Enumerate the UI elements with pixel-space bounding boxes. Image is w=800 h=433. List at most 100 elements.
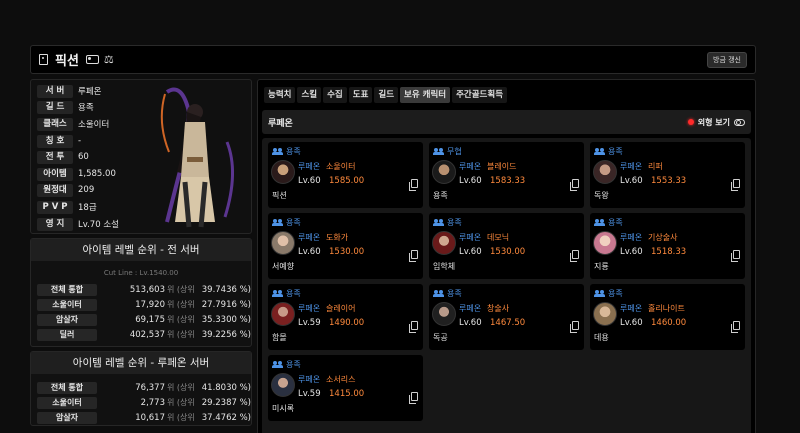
card-item-level: 1490.00 [329,318,365,328]
card-level: Lv.60 [298,176,321,186]
appearance-toggle-label: 외형 보기 [697,117,730,127]
toggle-icon[interactable] [734,118,745,126]
tab-skills[interactable]: 스킬 [297,87,322,103]
server-section-header: 루페온 외형 보기 [262,110,751,134]
character-card[interactable]: 용족 루페온 기상술사 Lv.60 1518.33 지룡 [590,213,745,279]
users-icon [433,148,444,155]
rank-row: 암살자 10,617 위 (상위 37.4762 %) [31,410,251,425]
copy-icon[interactable] [409,179,418,191]
card-name: 미시록 [272,404,295,413]
character-card[interactable]: 용족 루페온 소서리스 Lv.59 1415.00 미시록 [268,355,423,421]
card-level: Lv.60 [459,247,482,257]
rank-all-title: 아이템 레벨 순위 - 전 서버 [31,239,251,261]
copy-icon[interactable] [409,250,418,262]
card-name: 서예향 [272,262,295,271]
card-server: 루페온 [459,162,482,171]
copy-icon[interactable] [570,321,579,333]
character-name: 픽션 [55,54,79,69]
card-item-level: 1553.33 [651,176,687,186]
copy-icon[interactable] [570,250,579,262]
card-level: Lv.60 [620,247,643,257]
card-guild: 무협 [447,147,462,156]
copy-icon[interactable] [409,392,418,404]
left-column: 서 버 루페온 길 드 용족 클래스 소울이터 칭 호- 전 투 60 아이템 1,585… [30,79,252,426]
card-server: 루페온 [298,375,321,384]
card-guild: 용족 [286,147,301,156]
stat-server: 서 버 루페온 [37,84,101,98]
tab-owned-characters[interactable]: 보유 캐릭터 [400,87,451,103]
users-icon [272,361,283,368]
id-card-icon[interactable] [85,55,99,64]
character-card[interactable]: 용족 루페온 리퍼 Lv.60 1553.33 독왕 [590,142,745,208]
avatar [271,373,295,397]
users-icon [433,290,444,297]
card-guild: 용족 [286,289,301,298]
tab-bar: 능력치 스킬 수집 도표 길드 보유 캐릭터 주간골드획득 [264,87,508,103]
appearance-toggle[interactable]: 외형 보기 [687,117,745,128]
users-icon [272,290,283,297]
card-class: 도화가 [326,233,349,242]
bookmark-icon[interactable] [39,54,48,65]
card-guild: 용족 [447,289,462,298]
character-card[interactable]: 용족 루페온 슬레이어 Lv.59 1490.00 함몰 [268,284,423,350]
copy-icon[interactable] [409,321,418,333]
rank-server-title: 아이템 레벨 순위 - 루페온 서버 [31,352,251,374]
card-item-level: 1530.00 [329,247,365,257]
tab-guild[interactable]: 길드 [374,87,399,103]
character-card[interactable]: 용족 루페온 창술사 Lv.60 1467.50 독공 [429,284,584,350]
avatar [593,302,617,326]
card-name: 독왕 [594,191,609,200]
card-guild: 용족 [447,218,462,227]
stat-class: 클래스 소울이터 [37,117,109,131]
rank-row: 전체 통합 76,377 위 (상위 41.8030 %) [31,380,251,395]
rank-row: 소울이터 2,773 위 (상위 29.2387 %) [31,395,251,410]
tab-weekly-gold[interactable]: 주간골드획득 [452,87,508,103]
card-guild: 용족 [608,289,623,298]
character-header: 픽션 ⚖ 방금 갱신 [30,45,756,74]
copy-icon[interactable] [731,250,740,262]
card-item-level: 1583.33 [490,176,526,186]
character-card[interactable]: 무협 루페온 블레이드 Lv.60 1583.33 용족 [429,142,584,208]
card-item-level: 1530.00 [490,247,526,257]
avatar [432,231,456,255]
copy-icon[interactable] [731,321,740,333]
card-server: 루페온 [298,304,321,313]
refresh-button[interactable]: 방금 갱신 [707,51,747,68]
character-card[interactable]: 용족 루페온 소울이터 Lv.60 1585.00 픽션 [268,142,423,208]
card-guild: 용족 [286,360,301,369]
card-name: 함몰 [272,333,287,342]
right-panel: 능력치 스킬 수집 도표 길드 보유 캐릭터 주간골드획득 루페온 외형 보기 … [257,79,756,433]
card-class: 슬레이어 [326,304,356,313]
character-grid: 용족 루페온 소울이터 Lv.60 1585.00 픽션 무협 루페온 블레이드… [262,138,751,433]
avatar [432,302,456,326]
profile-card: 서 버 루페온 길 드 용족 클래스 소울이터 칭 호- 전 투 60 아이템 1,585… [30,79,252,234]
card-class: 소서리스 [326,375,356,384]
card-guild: 용족 [608,147,623,156]
copy-icon[interactable] [731,179,740,191]
stat-expedition: 원정대 209 [37,183,94,197]
card-level: Lv.59 [298,318,321,328]
card-level: Lv.59 [298,389,321,399]
tab-charts[interactable]: 도표 [348,87,373,103]
scale-icon[interactable]: ⚖ [104,54,114,65]
card-class: 소울이터 [326,162,356,171]
users-icon [594,219,605,226]
tab-collection[interactable]: 수집 [323,87,347,103]
card-item-level: 1467.50 [490,318,526,328]
card-item-level: 1415.00 [329,389,365,399]
server-name: 루페온 [268,118,293,129]
character-card[interactable]: 용족 루페온 홀리나이트 Lv.60 1460.00 데용 [590,284,745,350]
card-server: 루페온 [620,233,643,242]
card-level: Lv.60 [459,318,482,328]
card-name: 독공 [433,333,448,342]
stat-pvp: P V P 18급 [37,200,97,214]
rank-row: 소울이터 17,920 위 (상위 27.7916 %) [31,297,251,312]
copy-icon[interactable] [570,179,579,191]
card-name: 지룡 [594,262,609,271]
avatar [432,160,456,184]
card-guild: 용족 [608,218,623,227]
card-item-level: 1585.00 [329,176,365,186]
character-card[interactable]: 용족 루페온 도화가 Lv.60 1530.00 서예향 [268,213,423,279]
character-card[interactable]: 용족 루페온 데모닉 Lv.60 1530.00 임학체 [429,213,584,279]
tab-stats[interactable]: 능력치 [264,87,296,103]
